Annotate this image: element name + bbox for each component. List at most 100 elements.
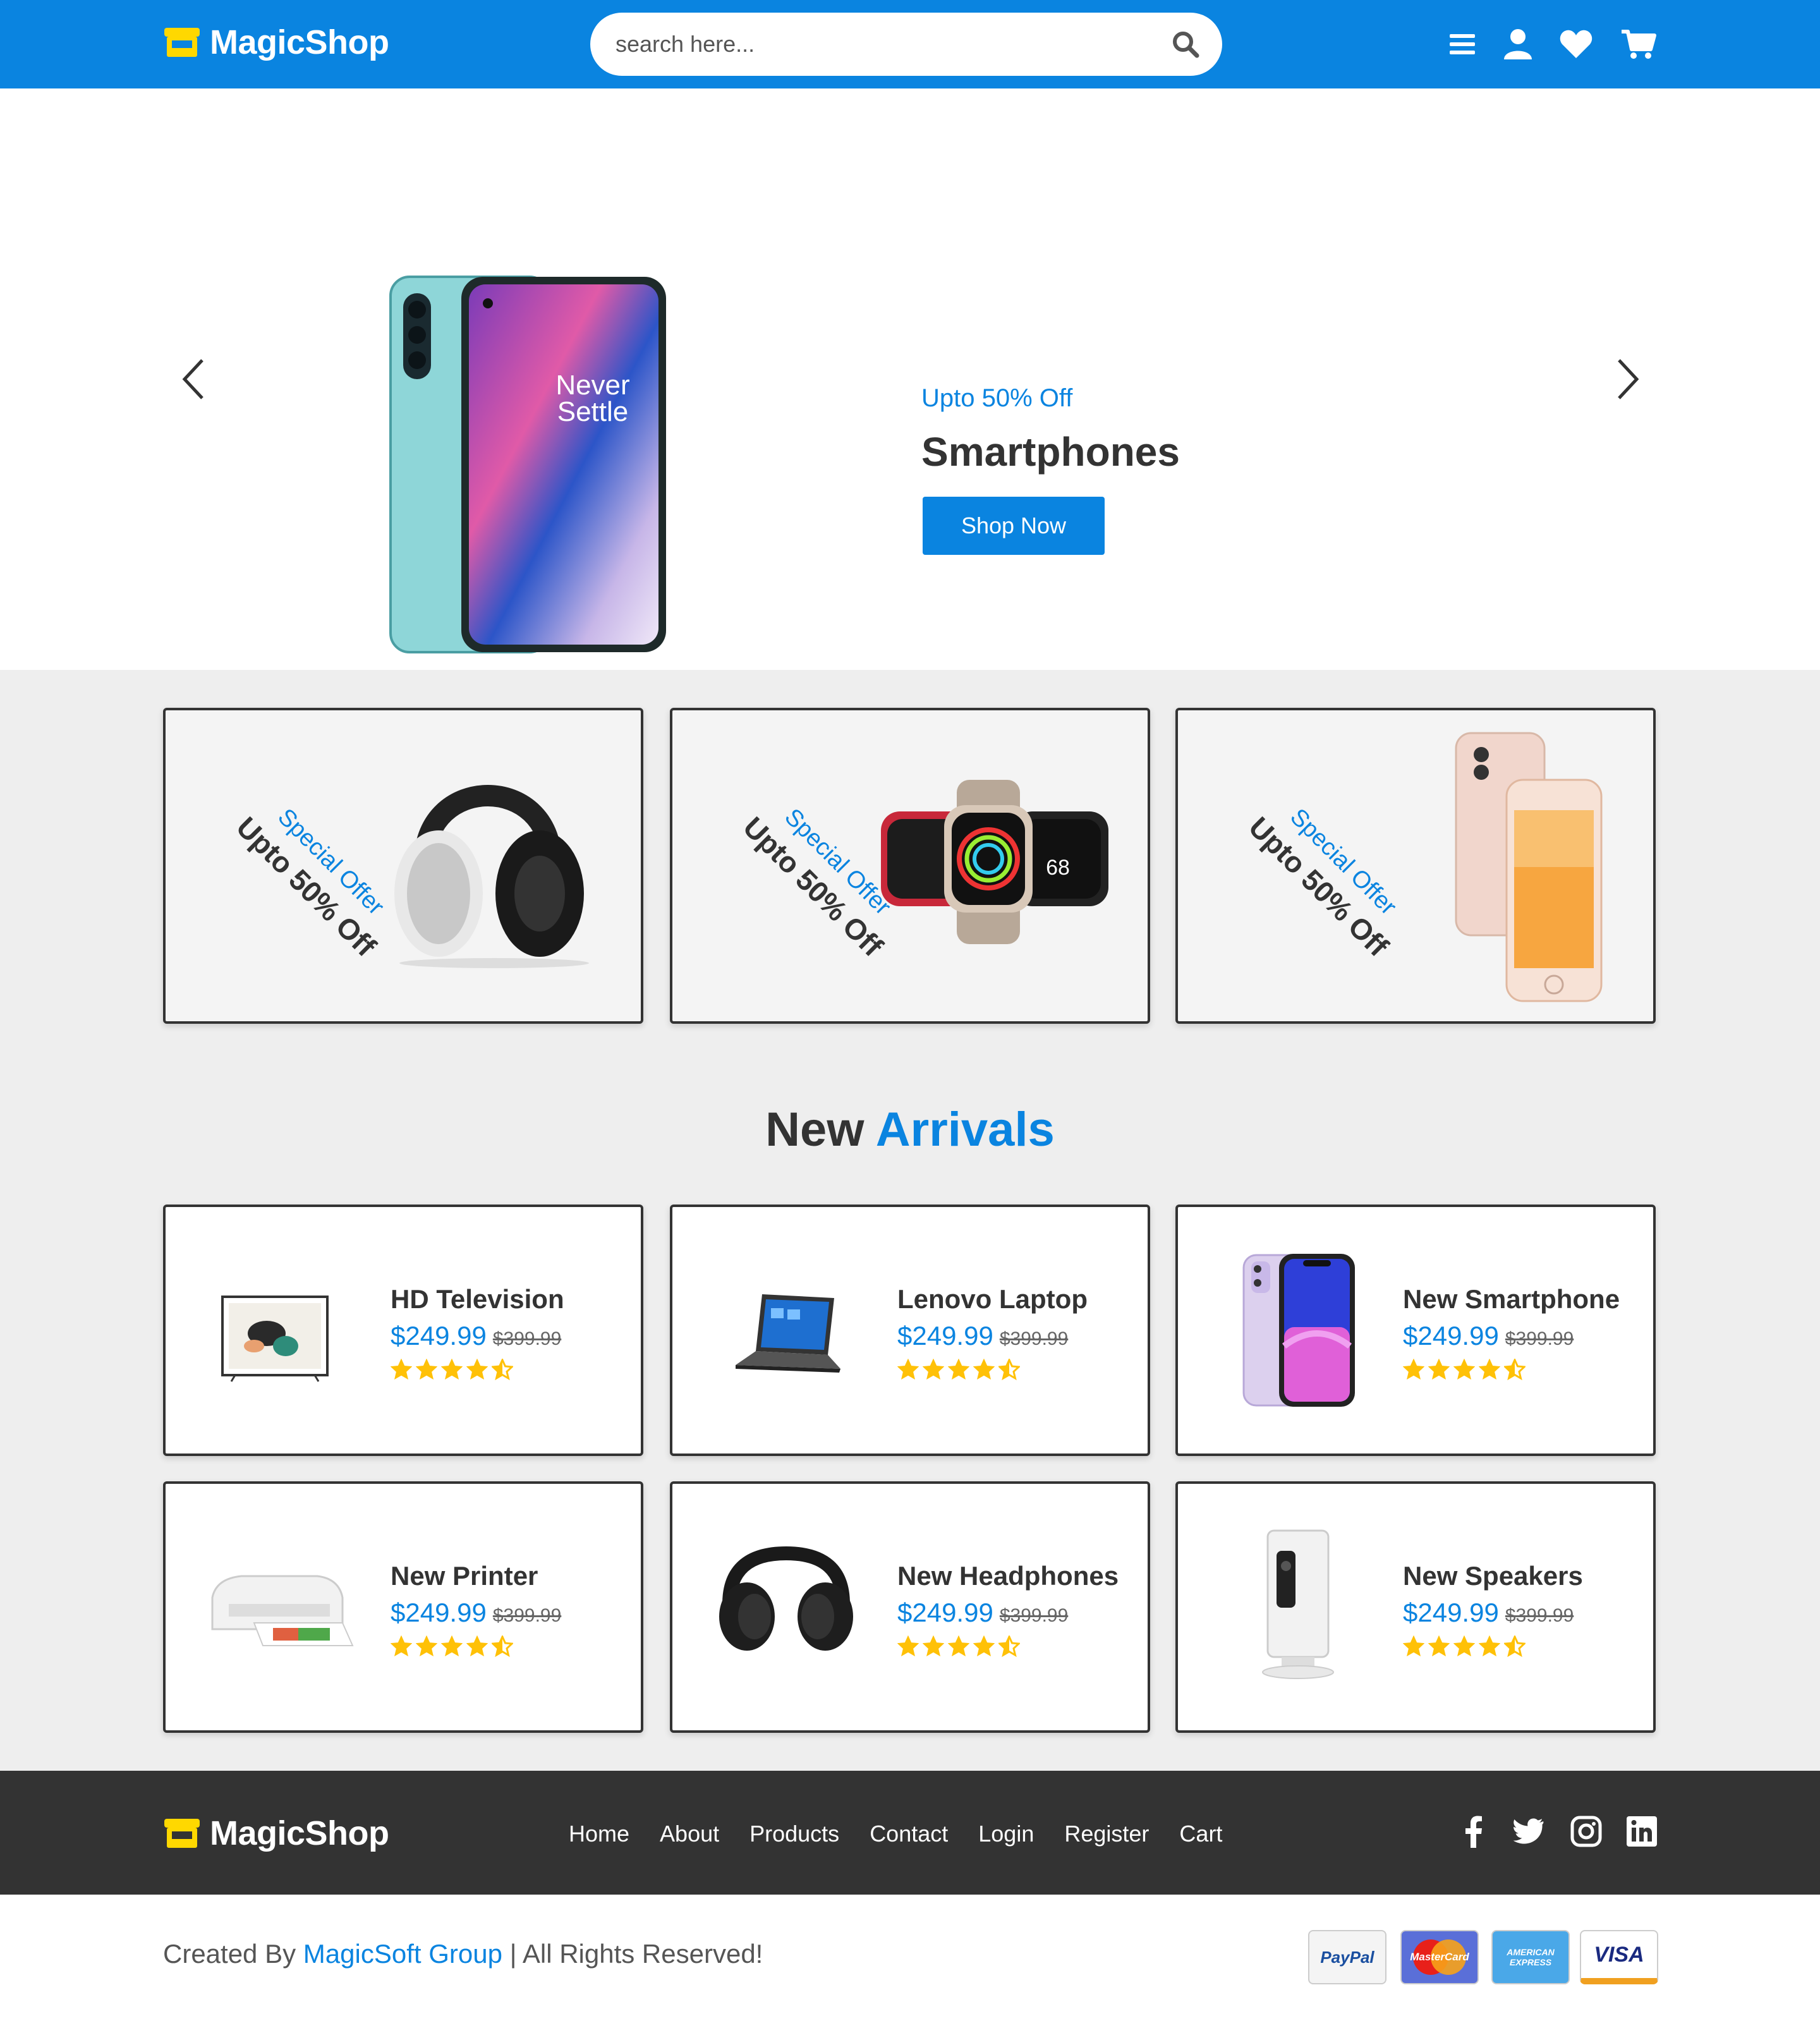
star-full-icon: [390, 1635, 413, 1657]
product-name[interactable]: New Printer: [391, 1557, 631, 1595]
star-half-icon: [1503, 1634, 1527, 1658]
product-info: New Printer $249.99 $399.99: [390, 1484, 631, 1730]
product-price: $249.99: [391, 1598, 487, 1627]
price-row: $249.99 $399.99: [1403, 1598, 1643, 1628]
rating-stars: [1402, 1357, 1643, 1381]
product-card-laptop[interactable]: Lenovo Laptop $249.99 $399.99: [670, 1205, 1150, 1456]
linkedin-icon[interactable]: [1624, 1814, 1659, 1849]
star-half-icon: [490, 1357, 514, 1381]
hero-title: Smartphones: [921, 429, 1180, 475]
star-full-icon: [1478, 1358, 1501, 1380]
product-name[interactable]: Lenovo Laptop: [897, 1280, 1138, 1318]
copyright-text: Created By MagicSoft Group | All Rights …: [163, 1939, 763, 1969]
star-full-icon: [973, 1635, 995, 1657]
heading-accent: Arrivals: [875, 1103, 1055, 1156]
copyright-bar: Created By MagicSoft Group | All Rights …: [0, 1895, 1820, 2021]
star-full-icon: [1453, 1358, 1476, 1380]
mastercard-text: MasterCard: [1410, 1951, 1469, 1963]
cart-icon[interactable]: [1619, 25, 1657, 63]
search-icon[interactable]: [1170, 29, 1201, 59]
star-full-icon: [415, 1635, 438, 1657]
star-full-icon: [1428, 1358, 1450, 1380]
smartwatches-image: 68: [868, 780, 1121, 947]
product-name[interactable]: HD Television: [391, 1280, 631, 1318]
star-full-icon: [466, 1358, 488, 1380]
star-half-icon: [1503, 1357, 1527, 1381]
chevron-left-icon[interactable]: [176, 354, 214, 404]
television-image: [203, 1251, 355, 1409]
price-row: $249.99 $399.99: [391, 1598, 631, 1628]
product-info: Lenovo Laptop $249.99 $399.99: [897, 1207, 1138, 1454]
chevron-right-icon[interactable]: [1608, 354, 1646, 404]
credit-prefix: Created By: [163, 1939, 296, 1969]
product-card-smartphone[interactable]: New Smartphone $249.99 $399.99: [1175, 1205, 1656, 1456]
rating-stars: [390, 1634, 631, 1658]
rating-stars: [1402, 1634, 1643, 1658]
iphone-image: [1450, 729, 1614, 1010]
product-price: $249.99: [391, 1321, 487, 1350]
footer-link-login[interactable]: Login: [978, 1815, 1034, 1853]
storefront-icon: [163, 25, 201, 59]
footer-link-about[interactable]: About: [660, 1815, 719, 1853]
twitter-icon[interactable]: [1510, 1814, 1546, 1849]
product-card-television[interactable]: HD Television $249.99 $399.99: [163, 1205, 643, 1456]
star-full-icon: [897, 1358, 919, 1380]
product-name[interactable]: New Smartphone: [1403, 1280, 1643, 1318]
star-full-icon: [947, 1635, 970, 1657]
search-bar: [590, 13, 1222, 76]
footer-link-home[interactable]: Home: [569, 1815, 629, 1853]
product-card-speakers[interactable]: New Speakers $249.99 $399.99: [1175, 1481, 1656, 1733]
product-old-price: $399.99: [1505, 1605, 1574, 1626]
footer-link-cart[interactable]: Cart: [1179, 1815, 1222, 1853]
product-card-headphones[interactable]: New Headphones $249.99 $399.99: [670, 1481, 1150, 1733]
mastercard-logo: MasterCard: [1400, 1930, 1479, 1984]
brand-name: MagicShop: [210, 1814, 389, 1852]
product-price: $249.99: [897, 1598, 993, 1627]
star-full-icon: [1402, 1358, 1425, 1380]
rating-stars: [897, 1357, 1138, 1381]
offer-banner-smartwatches[interactable]: Special Offer Upto 50% Off 68: [670, 708, 1150, 1024]
heart-icon[interactable]: [1557, 25, 1595, 63]
product-info: HD Television $249.99 $399.99: [390, 1207, 631, 1454]
offer-discount: Upto 50% Off: [1242, 810, 1395, 963]
shop-now-button[interactable]: Shop Now: [923, 497, 1105, 555]
footer-link-register[interactable]: Register: [1064, 1815, 1149, 1853]
laptop-image: [710, 1251, 862, 1409]
product-old-price: $399.99: [999, 1605, 1069, 1626]
user-icon[interactable]: [1499, 25, 1537, 63]
visa-logo: VISA: [1580, 1930, 1658, 1984]
footer-link-contact[interactable]: Contact: [870, 1815, 948, 1853]
star-full-icon: [922, 1635, 945, 1657]
footer-brand-logo[interactable]: MagicShop: [163, 1814, 389, 1853]
product-name[interactable]: New Speakers: [1403, 1557, 1643, 1595]
credit-link[interactable]: MagicSoft Group: [303, 1939, 502, 1969]
product-price: $249.99: [1403, 1598, 1499, 1627]
product-card-printer[interactable]: New Printer $249.99 $399.99: [163, 1481, 643, 1733]
product-info: New Headphones $249.99 $399.99: [897, 1484, 1138, 1730]
brand-logo[interactable]: MagicShop: [163, 23, 389, 62]
product-price: $249.99: [1403, 1321, 1499, 1350]
instagram-icon[interactable]: [1568, 1814, 1604, 1849]
hero-discount-text: Upto 50% Off: [921, 384, 1073, 412]
price-row: $249.99 $399.99: [897, 1598, 1138, 1628]
facebook-icon[interactable]: [1456, 1814, 1491, 1849]
footer-link-products[interactable]: Products: [749, 1815, 839, 1853]
offer-banner-iphone[interactable]: Special Offer Upto 50% Off: [1175, 708, 1656, 1024]
star-full-icon: [415, 1358, 438, 1380]
footer: MagicShop Home About Products Contact Lo…: [0, 1771, 1820, 1895]
product-name[interactable]: New Headphones: [897, 1557, 1138, 1595]
menu-icon[interactable]: [1443, 25, 1481, 63]
svg-text:68: 68: [1046, 856, 1070, 880]
paypal-logo: PayPal: [1308, 1930, 1386, 1984]
offer-banner-headphones[interactable]: Special Offer Upto 50% Off: [163, 708, 643, 1024]
product-info: New Smartphone $249.99 $399.99: [1402, 1207, 1643, 1454]
star-full-icon: [1402, 1635, 1425, 1657]
product-old-price: $399.99: [492, 1328, 562, 1349]
amex-logo: AMERICAN EXPRESS: [1491, 1930, 1570, 1984]
top-navbar: MagicShop: [0, 0, 1820, 88]
star-full-icon: [1428, 1635, 1450, 1657]
svg-text:Settle: Settle: [557, 396, 629, 427]
search-input[interactable]: [616, 24, 1159, 64]
star-half-icon: [490, 1634, 514, 1658]
product-price: $249.99: [897, 1321, 993, 1350]
